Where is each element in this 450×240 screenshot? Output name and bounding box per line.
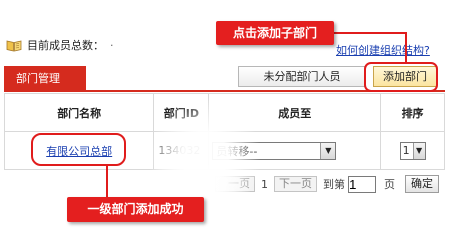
current-page-number: 1	[261, 177, 268, 191]
order-select[interactable]: 1 ▼	[399, 141, 426, 160]
table-header-row: 部门名称 部门ID 成员至 排序	[3, 93, 445, 132]
callout-connector-line	[334, 32, 407, 34]
member-count-value: ·	[110, 38, 114, 52]
move-members-cell: 员转移-- ▼	[208, 131, 382, 170]
column-header-move: 成员至	[208, 93, 382, 132]
column-header-name: 部门名称	[3, 93, 155, 132]
callout-connector-line	[106, 166, 108, 197]
department-id-cell: 134032	[153, 131, 210, 170]
pagination: 一页 1 下一页 到第 页 确定	[215, 175, 439, 193]
tab-department-management[interactable]: 部门管理	[4, 66, 86, 92]
column-header-order: 排序	[380, 93, 445, 132]
order-cell: 1 ▼	[380, 131, 445, 170]
move-members-select[interactable]: 员转移-- ▼	[212, 141, 337, 160]
callout-connector-line	[405, 32, 407, 62]
confirm-button[interactable]: 确定	[405, 175, 439, 193]
column-header-id: 部门ID	[153, 93, 210, 132]
goto-page-input[interactable]	[348, 175, 376, 193]
department-highlight-ring	[31, 133, 126, 166]
goto-label: 到第	[323, 178, 345, 191]
department-added-callout: 一级部门添加成功	[67, 197, 204, 222]
member-summary: 目前成员总数： ·	[6, 36, 114, 54]
prev-page-button[interactable]: 一页	[215, 176, 255, 192]
order-select-value: 1	[402, 144, 410, 157]
page-suffix-label: 页	[384, 178, 395, 191]
next-page-button[interactable]: 下一页	[274, 176, 317, 192]
chevron-down-icon: ▼	[412, 142, 425, 159]
book-icon	[6, 39, 22, 52]
add-button-highlight-ring	[364, 62, 438, 92]
add-subdepartment-callout: 点击添加子部门	[216, 21, 334, 45]
chevron-down-icon: ▼	[320, 142, 336, 159]
help-link[interactable]: 如何创建组织结构?	[336, 42, 430, 58]
move-members-select-value: 员转移--	[216, 144, 258, 158]
unassigned-members-button[interactable]: 未分配部门人员	[238, 66, 366, 87]
member-count-label: 目前成员总数：	[27, 39, 104, 52]
